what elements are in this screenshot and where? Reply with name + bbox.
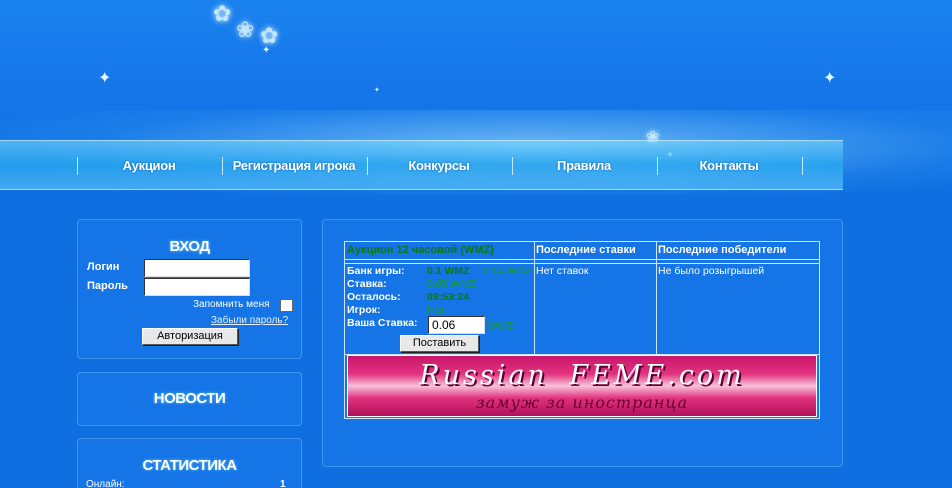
- bank-value: 0.1 WMZ: [427, 265, 470, 277]
- login-input[interactable]: [144, 259, 250, 277]
- player-value: Нет: [427, 304, 445, 316]
- table-divider: [656, 242, 657, 354]
- russian-feme-banner[interactable]: Russian FEME.com замуж за иностранца: [347, 355, 817, 417]
- login-panel: ВХОД Логин Пароль Запомнить меня Забыли …: [77, 219, 302, 359]
- nav-item-rules[interactable]: Правила: [525, 158, 643, 176]
- your-bid-label: Ваша Ставка:: [347, 317, 418, 329]
- bid-value: 0.05 WMZ: [427, 278, 476, 290]
- bank-extra-value: 0.14 WMZ: [483, 265, 532, 277]
- password-label: Пароль: [87, 280, 128, 292]
- last-winners-header: Последние победители: [658, 244, 787, 256]
- last-winners-text: Не было розыгрышей: [658, 265, 765, 277]
- your-bid-input[interactable]: [428, 316, 485, 334]
- news-panel: НОВОСТИ: [77, 372, 302, 426]
- stats-title: СТАТИСТИКА: [142, 457, 237, 474]
- sparkle-icon: ✦: [823, 68, 837, 87]
- table-divider: [534, 242, 535, 354]
- player-label: Игрок:: [347, 304, 381, 316]
- your-bid-unit: WMZ: [488, 320, 514, 332]
- sparkle-icon: ✦: [262, 45, 271, 56]
- nav-item-auction[interactable]: Аукцион: [90, 158, 208, 176]
- login-title: ВХОД: [169, 238, 210, 255]
- table-divider: [345, 259, 819, 260]
- news-title[interactable]: НОВОСТИ: [78, 390, 301, 407]
- bank-label: Банк игры:: [347, 265, 405, 277]
- remember-checkbox[interactable]: [280, 299, 293, 312]
- flower-decoration: ❀: [236, 18, 255, 43]
- remember-label: Запомнить меня: [193, 299, 270, 310]
- banner-sub-text: замуж за иностранца: [475, 393, 689, 412]
- last-bids-text: Нет ставок: [536, 265, 589, 277]
- nav-item-registration[interactable]: Регистрация игрока: [226, 158, 362, 176]
- stats-panel: СТАТИСТИКА Онлайн: 1: [77, 438, 302, 488]
- table-divider: [345, 263, 819, 264]
- password-input[interactable]: [144, 278, 250, 296]
- remaining-timer: 09:53:24: [427, 291, 470, 303]
- auction-header: Аукцион 12 часовой (WMZ): [347, 244, 494, 256]
- nav-separator: [77, 157, 78, 175]
- online-label: Онлайн:: [86, 479, 125, 488]
- forgot-password-link[interactable]: Забыли пароль?: [211, 315, 288, 326]
- sparkle-icon: ✦: [98, 68, 112, 87]
- login-label: Логин: [87, 261, 120, 273]
- nav-separator: [222, 157, 223, 175]
- place-bid-button[interactable]: Поставить: [400, 335, 479, 352]
- nav-separator: [512, 157, 513, 175]
- online-count: 1: [280, 479, 286, 488]
- nav-separator: [367, 157, 368, 175]
- remaining-label: Осталось:: [347, 291, 401, 303]
- main-navigation: Аукцион Регистрация игрока Конкурсы Прав…: [0, 140, 843, 190]
- authorize-button[interactable]: Авторизация: [142, 328, 238, 345]
- sparkle-icon: ✦: [374, 86, 380, 94]
- nav-separator: [802, 157, 803, 175]
- banner-main-text: Russian FEME.com: [419, 360, 745, 391]
- nav-separator: [657, 157, 658, 175]
- nav-item-contacts[interactable]: Контакты: [670, 158, 788, 176]
- last-bids-header: Последние ставки: [536, 244, 636, 256]
- bid-label: Ставка:: [347, 278, 387, 290]
- flower-decoration: ✿: [213, 2, 232, 27]
- nav-item-contests[interactable]: Конкурсы: [380, 158, 498, 176]
